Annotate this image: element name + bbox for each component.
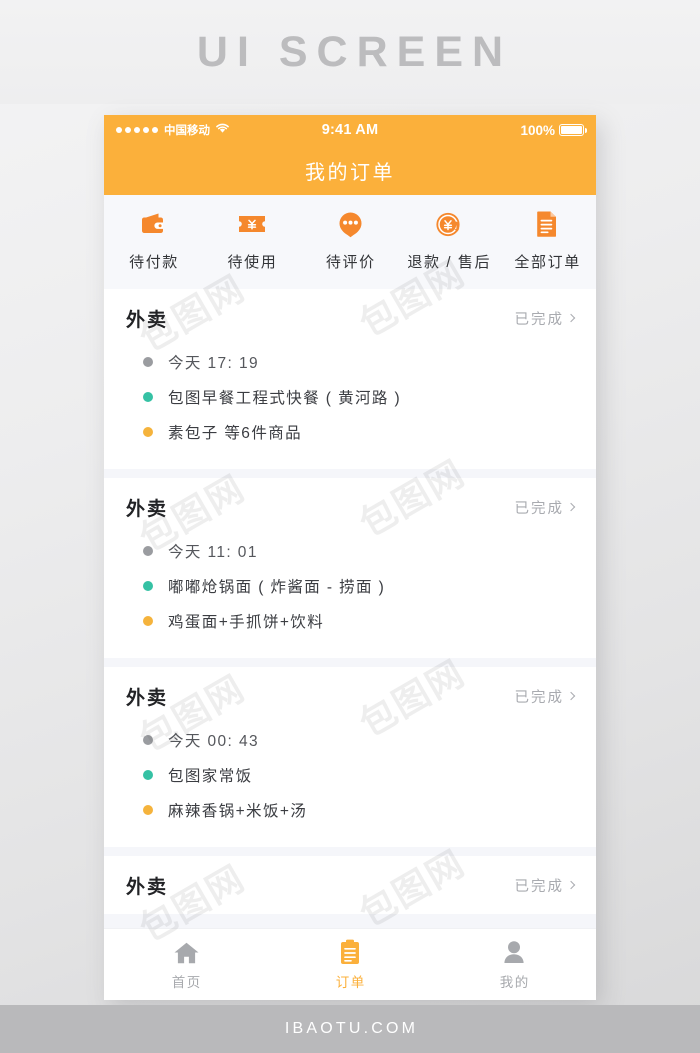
order-shop-row: 包图家常饭 bbox=[126, 757, 574, 792]
chevron-right-icon bbox=[566, 502, 576, 512]
category-item-pending-payment[interactable]: 待付款 bbox=[104, 209, 202, 272]
order-shop-row: 包图早餐工程式快餐 ( 黄河路 ) bbox=[126, 379, 574, 414]
bottom-tab-bar: 首页 订单 我的 bbox=[104, 928, 596, 1000]
bullet-dot-grey-icon bbox=[143, 734, 153, 745]
bullet-dot-amber-icon bbox=[143, 804, 153, 815]
tab-label: 订单 bbox=[335, 974, 366, 990]
tab-orders[interactable]: 订单 bbox=[268, 939, 432, 991]
order-items: 素包子 等6件商品 bbox=[168, 424, 303, 442]
app-header: 中国移动 9:41 AM 100% 我的订单 bbox=[104, 115, 596, 195]
order-type-label: 外卖 bbox=[126, 688, 169, 709]
order-status-link[interactable]: 已完成 bbox=[514, 875, 576, 896]
page-title: UI SCREEN bbox=[196, 27, 513, 76]
category-label: 全部订单 bbox=[514, 254, 581, 271]
order-time-row: 今天 17: 19 bbox=[126, 344, 574, 379]
order-card[interactable]: 外卖 已完成 bbox=[104, 856, 596, 914]
order-status-link[interactable]: 已完成 bbox=[514, 308, 576, 329]
status-bar-left: 中国移动 bbox=[116, 121, 230, 139]
category-item-refund-aftersales[interactable]: 退款 / 售后 bbox=[399, 209, 497, 272]
tab-home[interactable]: 首页 bbox=[104, 939, 268, 991]
category-item-pending-use[interactable]: 待使用 bbox=[202, 209, 300, 272]
order-card-header: 外卖 已完成 bbox=[126, 494, 576, 533]
person-icon bbox=[502, 939, 526, 965]
order-card-header: 外卖 已完成 bbox=[126, 872, 576, 911]
order-time-row: 今天 00: 43 bbox=[126, 722, 574, 757]
category-item-all-orders[interactable]: 全部订单 bbox=[498, 209, 596, 272]
bullet-dot-amber-icon bbox=[143, 615, 153, 626]
bullet-dot-amber-icon bbox=[143, 426, 153, 437]
order-time: 今天 11: 01 bbox=[168, 543, 258, 561]
order-card[interactable]: 外卖 已完成 今天 17: 19 包图早餐工程式快餐 ( 黄河路 ) 素包子 等… bbox=[104, 289, 596, 469]
order-items: 麻辣香锅+米饭+汤 bbox=[168, 802, 308, 820]
order-type-label: 外卖 bbox=[126, 877, 169, 898]
phone-mockup: 中国移动 9:41 AM 100% 我的订单 待付款 待使用 待评价 退款 / … bbox=[104, 115, 596, 1000]
page-footer: IBAOTU.COM bbox=[0, 1005, 700, 1053]
order-shop-name: 包图家常饭 bbox=[168, 767, 253, 785]
status-badge: 已完成 bbox=[514, 312, 564, 328]
status-badge: 已完成 bbox=[514, 879, 564, 895]
clipboard-order-icon bbox=[339, 939, 361, 965]
order-status-link[interactable]: 已完成 bbox=[514, 497, 576, 518]
order-shop-name: 嘟嘟炝锅面 ( 炸酱面 - 捞面 ) bbox=[168, 578, 386, 596]
tab-label: 首页 bbox=[171, 974, 202, 990]
battery-percent-label: 100% bbox=[520, 122, 555, 138]
bullet-dot-teal-icon bbox=[143, 391, 153, 402]
chevron-right-icon bbox=[566, 691, 576, 701]
footer-watermark-text: IBAOTU.COM bbox=[284, 1020, 419, 1037]
category-label: 待评价 bbox=[325, 254, 376, 271]
status-bar: 中国移动 9:41 AM 100% bbox=[104, 115, 596, 145]
tab-profile[interactable]: 我的 bbox=[432, 939, 596, 991]
order-items-row: 素包子 等6件商品 bbox=[126, 414, 574, 449]
bullet-dot-grey-icon bbox=[143, 545, 153, 556]
order-items-row: 鸡蛋面+手抓饼+饮料 bbox=[126, 603, 574, 638]
order-type-label: 外卖 bbox=[126, 310, 169, 331]
nav-title: 我的订单 bbox=[305, 162, 395, 184]
status-bar-right: 100% bbox=[520, 122, 587, 138]
status-badge: 已完成 bbox=[514, 690, 564, 706]
signal-dots-icon bbox=[116, 127, 158, 133]
chevron-right-icon bbox=[566, 313, 576, 323]
order-card-header: 外卖 已完成 bbox=[126, 683, 576, 722]
order-card[interactable]: 外卖 已完成 今天 11: 01 嘟嘟炝锅面 ( 炸酱面 - 捞面 ) 鸡蛋面+… bbox=[104, 478, 596, 658]
category-label: 待使用 bbox=[227, 254, 278, 271]
order-time: 今天 00: 43 bbox=[168, 732, 260, 750]
order-shop-row: 嘟嘟炝锅面 ( 炸酱面 - 捞面 ) bbox=[126, 568, 574, 603]
category-label: 退款 / 售后 bbox=[407, 254, 492, 271]
status-badge: 已完成 bbox=[514, 501, 564, 517]
chevron-right-icon bbox=[566, 880, 576, 890]
order-items-row: 麻辣香锅+米饭+汤 bbox=[126, 792, 574, 827]
bullet-dot-teal-icon bbox=[143, 769, 153, 780]
category-label: 待付款 bbox=[129, 254, 179, 271]
order-card-header: 外卖 已完成 bbox=[126, 305, 576, 344]
wallet-icon bbox=[139, 209, 167, 239]
category-row: 待付款 待使用 待评价 退款 / 售后 全部订单 bbox=[104, 195, 596, 289]
bullet-dot-teal-icon bbox=[143, 580, 153, 591]
order-items: 鸡蛋面+手抓饼+饮料 bbox=[168, 613, 325, 631]
home-icon bbox=[173, 939, 200, 965]
wifi-icon bbox=[215, 121, 230, 139]
category-item-pending-review[interactable]: 待评价 bbox=[301, 209, 399, 272]
bullet-dot-grey-icon bbox=[143, 356, 153, 367]
order-type-label: 外卖 bbox=[126, 499, 169, 520]
battery-icon bbox=[559, 124, 587, 136]
carrier-label: 中国移动 bbox=[164, 125, 210, 137]
order-time: 今天 17: 19 bbox=[168, 354, 260, 372]
tab-label: 我的 bbox=[499, 974, 530, 990]
order-card[interactable]: 外卖 已完成 今天 00: 43 包图家常饭 麻辣香锅+米饭+汤 bbox=[104, 667, 596, 847]
order-list: 外卖 已完成 今天 17: 19 包图早餐工程式快餐 ( 黄河路 ) 素包子 等… bbox=[104, 289, 596, 914]
refund-circle-icon bbox=[434, 209, 463, 239]
document-icon bbox=[535, 209, 559, 239]
page-banner: UI SCREEN bbox=[0, 0, 700, 104]
order-shop-name: 包图早餐工程式快餐 ( 黄河路 ) bbox=[168, 389, 402, 407]
order-time-row: 今天 11: 01 bbox=[126, 533, 574, 568]
comment-bubble-icon bbox=[337, 209, 364, 239]
order-status-link[interactable]: 已完成 bbox=[514, 686, 576, 707]
coupon-ticket-icon bbox=[237, 209, 267, 239]
